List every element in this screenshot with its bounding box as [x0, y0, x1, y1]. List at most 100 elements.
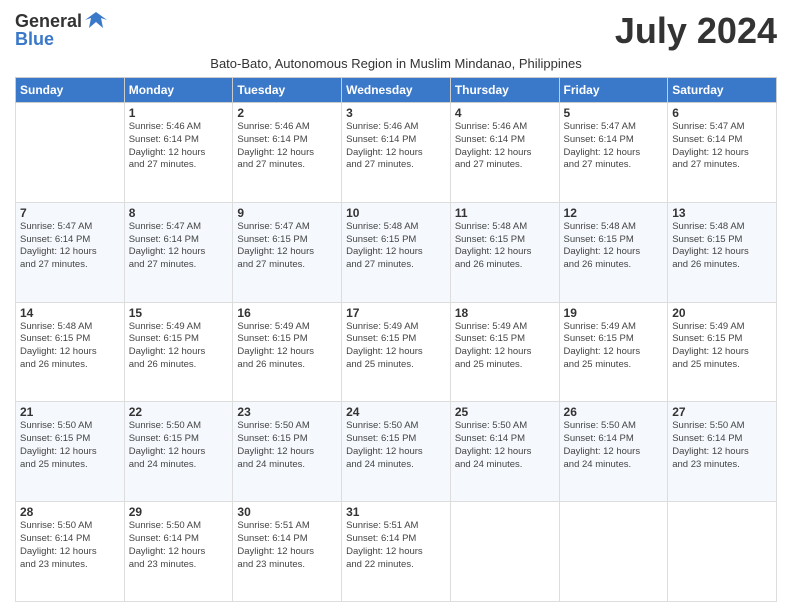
table-cell: 16Sunrise: 5:49 AMSunset: 6:15 PMDayligh… [233, 302, 342, 402]
day-info: Sunrise: 5:49 AMSunset: 6:15 PMDaylight:… [455, 321, 555, 372]
day-info: Sunrise: 5:50 AMSunset: 6:14 PMDaylight:… [20, 520, 120, 571]
day-info: Sunrise: 5:48 AMSunset: 6:15 PMDaylight:… [455, 221, 555, 272]
day-info: Sunrise: 5:49 AMSunset: 6:15 PMDaylight:… [129, 321, 229, 372]
calendar-table: Sunday Monday Tuesday Wednesday Thursday… [15, 77, 777, 602]
calendar-week-row: 14Sunrise: 5:48 AMSunset: 6:15 PMDayligh… [16, 302, 777, 402]
day-info: Sunrise: 5:51 AMSunset: 6:14 PMDaylight:… [346, 520, 446, 571]
day-info: Sunrise: 5:50 AMSunset: 6:15 PMDaylight:… [129, 420, 229, 471]
day-info: Sunrise: 5:47 AMSunset: 6:14 PMDaylight:… [129, 221, 229, 272]
table-cell: 14Sunrise: 5:48 AMSunset: 6:15 PMDayligh… [16, 302, 125, 402]
table-cell: 27Sunrise: 5:50 AMSunset: 6:14 PMDayligh… [668, 402, 777, 502]
table-cell: 18Sunrise: 5:49 AMSunset: 6:15 PMDayligh… [450, 302, 559, 402]
col-thursday: Thursday [450, 78, 559, 103]
col-friday: Friday [559, 78, 668, 103]
day-number: 30 [237, 505, 337, 519]
day-number: 18 [455, 306, 555, 320]
table-cell: 21Sunrise: 5:50 AMSunset: 6:15 PMDayligh… [16, 402, 125, 502]
header: General Blue July 2024 [15, 10, 777, 52]
day-info: Sunrise: 5:49 AMSunset: 6:15 PMDaylight:… [346, 321, 446, 372]
day-info: Sunrise: 5:51 AMSunset: 6:14 PMDaylight:… [237, 520, 337, 571]
day-info: Sunrise: 5:48 AMSunset: 6:15 PMDaylight:… [672, 221, 772, 272]
table-cell: 13Sunrise: 5:48 AMSunset: 6:15 PMDayligh… [668, 202, 777, 302]
table-cell: 26Sunrise: 5:50 AMSunset: 6:14 PMDayligh… [559, 402, 668, 502]
day-number: 12 [564, 206, 664, 220]
day-number: 24 [346, 405, 446, 419]
col-monday: Monday [124, 78, 233, 103]
table-cell: 23Sunrise: 5:50 AMSunset: 6:15 PMDayligh… [233, 402, 342, 502]
day-info: Sunrise: 5:46 AMSunset: 6:14 PMDaylight:… [237, 121, 337, 172]
day-number: 3 [346, 106, 446, 120]
calendar-header-row: Sunday Monday Tuesday Wednesday Thursday… [16, 78, 777, 103]
table-cell: 4Sunrise: 5:46 AMSunset: 6:14 PMDaylight… [450, 103, 559, 203]
table-cell: 2Sunrise: 5:46 AMSunset: 6:14 PMDaylight… [233, 103, 342, 203]
calendar-week-row: 21Sunrise: 5:50 AMSunset: 6:15 PMDayligh… [16, 402, 777, 502]
day-info: Sunrise: 5:49 AMSunset: 6:15 PMDaylight:… [564, 321, 664, 372]
table-cell: 9Sunrise: 5:47 AMSunset: 6:15 PMDaylight… [233, 202, 342, 302]
table-cell: 3Sunrise: 5:46 AMSunset: 6:14 PMDaylight… [342, 103, 451, 203]
day-number: 15 [129, 306, 229, 320]
table-cell: 7Sunrise: 5:47 AMSunset: 6:14 PMDaylight… [16, 202, 125, 302]
table-cell: 28Sunrise: 5:50 AMSunset: 6:14 PMDayligh… [16, 502, 125, 602]
table-cell: 10Sunrise: 5:48 AMSunset: 6:15 PMDayligh… [342, 202, 451, 302]
calendar-week-row: 7 Sunrise: 5:47 AMSunset: 6:14 PMDaylight… [16, 202, 777, 302]
table-cell: 25Sunrise: 5:50 AMSunset: 6:14 PMDayligh… [450, 402, 559, 502]
table-cell [450, 502, 559, 602]
calendar-week-row: 28Sunrise: 5:50 AMSunset: 6:14 PMDayligh… [16, 502, 777, 602]
day-info: Sunrise: 5:50 AMSunset: 6:14 PMDaylight:… [564, 420, 664, 471]
day-number: 27 [672, 405, 772, 419]
day-info: Sunrise: 5:46 AMSunset: 6:14 PMDaylight:… [129, 121, 229, 172]
table-cell: 24Sunrise: 5:50 AMSunset: 6:15 PMDayligh… [342, 402, 451, 502]
day-info: Sunrise: 5:49 AMSunset: 6:15 PMDaylight:… [672, 321, 772, 372]
col-wednesday: Wednesday [342, 78, 451, 103]
day-number: 1 [129, 106, 229, 120]
day-number: 28 [20, 505, 120, 519]
day-info: Sunrise: 5:47 AMSunset: 6:15 PMDaylight:… [237, 221, 337, 272]
table-cell [559, 502, 668, 602]
day-info: Sunrise: 5:46 AMSunset: 6:14 PMDaylight:… [346, 121, 446, 172]
day-number: 16 [237, 306, 337, 320]
col-saturday: Saturday [668, 78, 777, 103]
day-number: 23 [237, 405, 337, 419]
day-info: Sunrise: 5:48 AMSunset: 6:15 PMDaylight:… [564, 221, 664, 272]
day-info: Sunrise: 5:49 AMSunset: 6:15 PMDaylight:… [237, 321, 337, 372]
month-title: July 2024 [615, 10, 777, 52]
day-number: 22 [129, 405, 229, 419]
col-sunday: Sunday [16, 78, 125, 103]
logo-bird-icon [85, 10, 107, 33]
day-number: 4 [455, 106, 555, 120]
table-cell: 30Sunrise: 5:51 AMSunset: 6:14 PMDayligh… [233, 502, 342, 602]
day-number: 8 [129, 206, 229, 220]
subtitle: Bato-Bato, Autonomous Region in Muslim M… [15, 56, 777, 71]
day-number: 21 [20, 405, 120, 419]
day-info: Sunrise: 5:50 AMSunset: 6:14 PMDaylight:… [129, 520, 229, 571]
calendar-week-row: 1Sunrise: 5:46 AMSunset: 6:14 PMDaylight… [16, 103, 777, 203]
day-number: 10 [346, 206, 446, 220]
day-number: 31 [346, 505, 446, 519]
table-cell: 29Sunrise: 5:50 AMSunset: 6:14 PMDayligh… [124, 502, 233, 602]
day-number: 13 [672, 206, 772, 220]
day-info: Sunrise: 5:50 AMSunset: 6:14 PMDaylight:… [672, 420, 772, 471]
table-cell: 6Sunrise: 5:47 AMSunset: 6:14 PMDaylight… [668, 103, 777, 203]
day-info: Sunrise: 5:47 AMSunset: 6:14 PMDaylight:… [672, 121, 772, 172]
day-number: 29 [129, 505, 229, 519]
day-number: 6 [672, 106, 772, 120]
table-cell: 31Sunrise: 5:51 AMSunset: 6:14 PMDayligh… [342, 502, 451, 602]
table-cell: 17Sunrise: 5:49 AMSunset: 6:15 PMDayligh… [342, 302, 451, 402]
day-number: 14 [20, 306, 120, 320]
table-cell: 5Sunrise: 5:47 AMSunset: 6:14 PMDaylight… [559, 103, 668, 203]
table-cell: 22Sunrise: 5:50 AMSunset: 6:15 PMDayligh… [124, 402, 233, 502]
table-cell: 15Sunrise: 5:49 AMSunset: 6:15 PMDayligh… [124, 302, 233, 402]
day-number: 7 [20, 206, 120, 220]
day-number: 2 [237, 106, 337, 120]
day-info: Sunrise: 5:50 AMSunset: 6:15 PMDaylight:… [237, 420, 337, 471]
table-cell: 19Sunrise: 5:49 AMSunset: 6:15 PMDayligh… [559, 302, 668, 402]
day-number: 5 [564, 106, 664, 120]
table-cell: 20Sunrise: 5:49 AMSunset: 6:15 PMDayligh… [668, 302, 777, 402]
day-info: Sunrise: 5:48 AMSunset: 6:15 PMDaylight:… [346, 221, 446, 272]
day-info: Sunrise: 5:50 AMSunset: 6:15 PMDaylight:… [20, 420, 120, 471]
day-number: 26 [564, 405, 664, 419]
table-cell: 12Sunrise: 5:48 AMSunset: 6:15 PMDayligh… [559, 202, 668, 302]
table-cell [16, 103, 125, 203]
day-info: Sunrise: 5:48 AMSunset: 6:15 PMDaylight:… [20, 321, 120, 372]
day-number: 20 [672, 306, 772, 320]
